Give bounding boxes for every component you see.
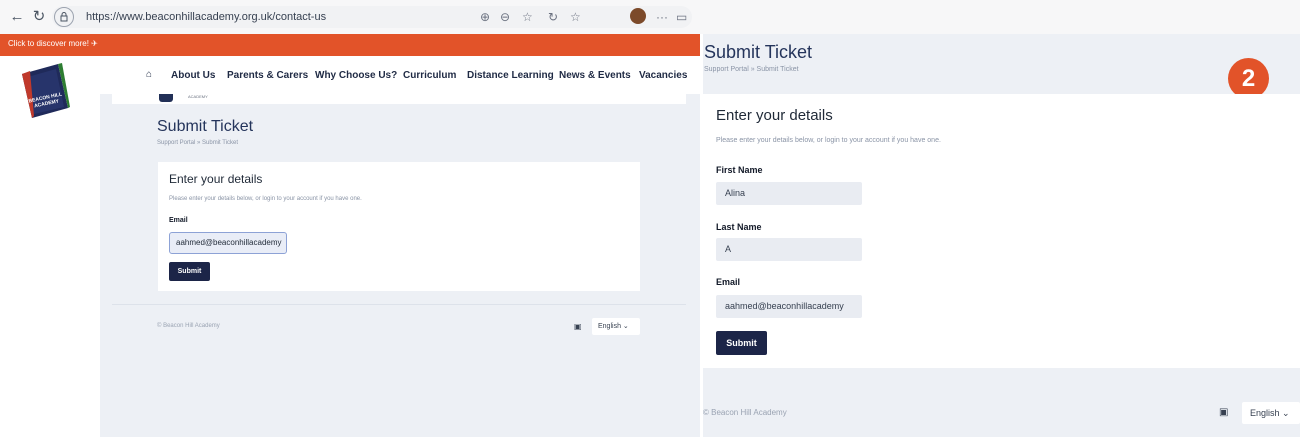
more-icon[interactable]: ··· (656, 9, 668, 25)
language-icon: ▣ (574, 322, 582, 331)
crest-icon (159, 94, 173, 102)
card-title: Enter your details (169, 172, 263, 186)
page-title: Submit Ticket (704, 42, 813, 62)
email-field[interactable]: aahmed@beaconhillacademy (169, 232, 287, 254)
lock-icon[interactable] (54, 7, 74, 27)
back-icon[interactable]: ← (8, 8, 26, 26)
language-select[interactable]: English ⌄ (1242, 402, 1300, 424)
reload-icon[interactable]: ↻ (30, 8, 48, 26)
profile-icon[interactable] (630, 8, 646, 24)
breadcrumb[interactable]: Support Portal » Submit Ticket (157, 140, 238, 146)
home-icon[interactable]: ⌂ (146, 69, 152, 80)
favorite-icon[interactable]: ☆ (522, 9, 533, 25)
last-name-field[interactable]: A (716, 238, 862, 261)
footer-copyright: © Beacon Hill Academy (157, 323, 220, 329)
details-card (703, 94, 1300, 368)
collections-icon[interactable]: ☆ (570, 9, 581, 25)
nav-parents-carers[interactable]: Parents & Carers (227, 70, 308, 81)
first-name-label: First Name (716, 165, 763, 175)
nav-news-events[interactable]: News & Events (559, 70, 631, 81)
email-label: Email (716, 277, 741, 287)
zoom-out-icon[interactable]: ⊖ (500, 9, 510, 25)
sidebar-icon[interactable]: ▭ (676, 9, 687, 25)
refresh-icon[interactable]: ↻ (548, 9, 558, 25)
language-select[interactable]: English ⌄ (592, 318, 640, 335)
zoom-icon[interactable]: ⊕ (480, 9, 490, 25)
first-name-field[interactable]: Alina (716, 182, 862, 205)
email-label: Email (169, 217, 188, 224)
card-description: Please enter your details below, or logi… (169, 196, 362, 202)
url-text[interactable]: https://www.beaconhillacademy.org.uk/con… (86, 11, 326, 23)
submit-button[interactable]: Submit (169, 262, 210, 281)
language-icon: ▣ (1219, 407, 1229, 418)
nav-vacancies[interactable]: Vacancies (639, 70, 687, 81)
footer-divider (112, 304, 686, 305)
promo-banner[interactable] (0, 34, 700, 56)
nav-why-choose-us[interactable]: Why Choose Us? (315, 70, 397, 81)
nav-about-us[interactable]: About Us (171, 70, 215, 81)
submit-button[interactable]: Submit (716, 331, 767, 355)
promo-banner-text[interactable]: Click to discover more! ✈ (8, 39, 98, 48)
card-title: Enter your details (716, 107, 833, 124)
nav-distance-learning[interactable]: Distance Learning (467, 70, 554, 81)
breadcrumb[interactable]: Support Portal » Submit Ticket (704, 66, 799, 73)
email-field[interactable]: aahmed@beaconhillacademy (716, 295, 862, 318)
crest-text: ACADEMY (188, 94, 208, 99)
last-name-label: Last Name (716, 222, 762, 232)
step-number-badge: 2 (1228, 58, 1269, 99)
page-title: Submit Ticket (157, 118, 254, 135)
nav-curriculum[interactable]: Curriculum (403, 70, 456, 81)
footer-copyright: © Beacon Hill Academy (703, 408, 787, 417)
card-description: Please enter your details below, or logi… (716, 137, 941, 144)
